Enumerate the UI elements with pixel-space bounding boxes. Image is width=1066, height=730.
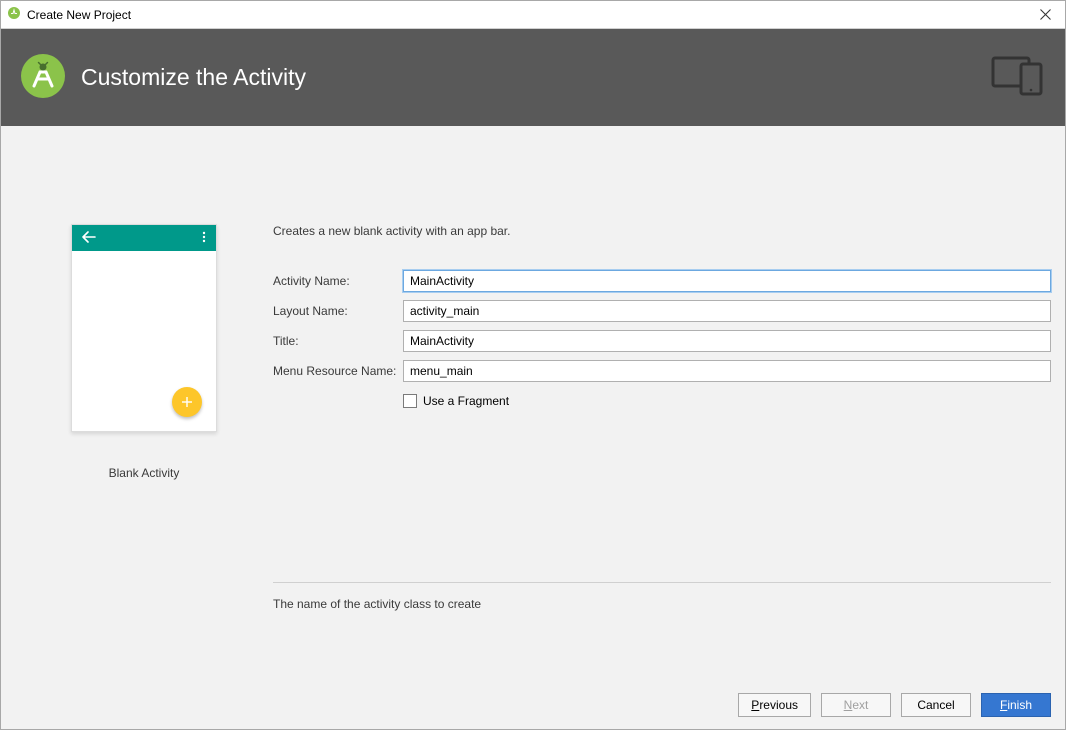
activity-name-label: Activity Name: (273, 274, 403, 288)
cancel-button[interactable]: Cancel (901, 693, 971, 717)
main-content: Blank Activity Creates a new blank activ… (1, 126, 1065, 681)
wizard-button-bar: Previous Next Cancel Finish (1, 681, 1065, 729)
preview-label: Blank Activity (109, 466, 180, 480)
page-title: Customize the Activity (81, 64, 306, 91)
help-text: The name of the activity class to create (273, 597, 1051, 611)
layout-name-input[interactable] (403, 300, 1051, 322)
menu-resource-input[interactable] (403, 360, 1051, 382)
use-fragment-label: Use a Fragment (423, 394, 509, 408)
preview-column: Blank Activity (15, 146, 273, 671)
form-factor-icon (991, 56, 1047, 99)
activity-name-input[interactable] (403, 270, 1051, 292)
use-fragment-checkbox[interactable] (403, 394, 417, 408)
title-label: Title: (273, 334, 403, 348)
window-title: Create New Project (27, 8, 131, 22)
title-input[interactable] (403, 330, 1051, 352)
next-button: Next (821, 693, 891, 717)
form-description: Creates a new blank activity with an app… (273, 224, 1051, 238)
app-icon (7, 6, 21, 23)
layout-name-label: Layout Name: (273, 304, 403, 318)
previous-button[interactable]: Previous (738, 693, 811, 717)
android-studio-icon (19, 52, 67, 103)
preview-appbar (72, 225, 216, 251)
menu-resource-label: Menu Resource Name: (273, 364, 403, 378)
help-separator (273, 582, 1051, 583)
close-button[interactable] (1025, 1, 1065, 29)
wizard-header: Customize the Activity (1, 29, 1065, 126)
fab-icon (172, 387, 202, 417)
overflow-menu-icon (202, 231, 206, 246)
activity-preview (71, 224, 217, 432)
title-bar: Create New Project (1, 1, 1065, 29)
finish-button[interactable]: Finish (981, 693, 1051, 717)
back-arrow-icon (82, 231, 96, 246)
form-column: Creates a new blank activity with an app… (273, 146, 1051, 671)
